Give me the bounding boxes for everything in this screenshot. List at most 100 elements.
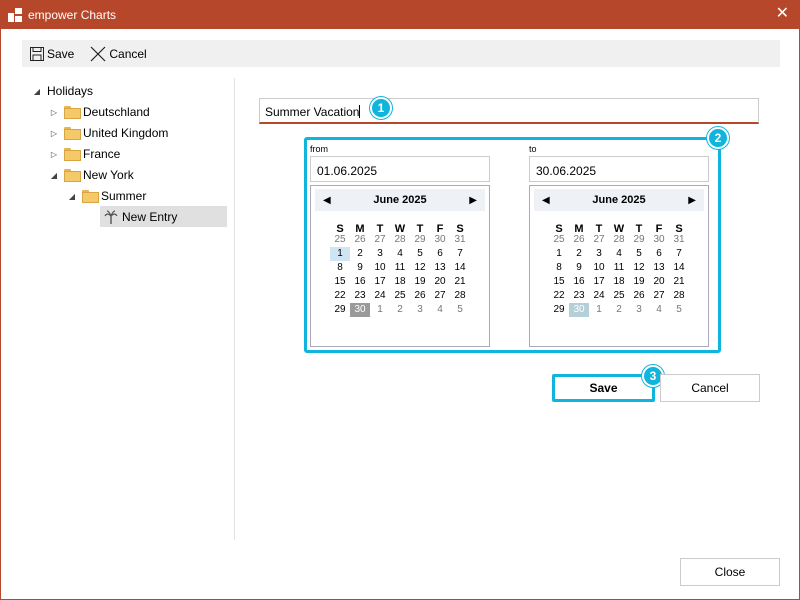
calendar-day[interactable]: 11 bbox=[390, 261, 410, 275]
calendar-day[interactable]: 30 bbox=[569, 303, 589, 317]
next-month-icon[interactable]: ▶ bbox=[469, 195, 477, 206]
calendar-month[interactable]: June 2025 bbox=[592, 194, 645, 206]
save-button[interactable]: Save bbox=[552, 374, 655, 402]
calendar-day[interactable]: 12 bbox=[410, 261, 430, 275]
calendar-day[interactable]: 15 bbox=[330, 275, 350, 289]
calendar-day[interactable]: 7 bbox=[450, 247, 470, 261]
calendar-day[interactable]: 28 bbox=[609, 233, 629, 247]
expanded-arrow-icon[interactable]: ◢ bbox=[49, 171, 59, 180]
calendar-day[interactable]: 26 bbox=[569, 233, 589, 247]
calendar-day[interactable]: 27 bbox=[370, 233, 390, 247]
calendar-month[interactable]: June 2025 bbox=[373, 194, 426, 206]
previous-month-icon[interactable]: ◀ bbox=[323, 195, 331, 206]
calendar-day[interactable]: 25 bbox=[549, 233, 569, 247]
calendar-day[interactable]: 27 bbox=[430, 289, 450, 303]
calendar-day[interactable]: 14 bbox=[450, 261, 470, 275]
calendar-day[interactable]: 30 bbox=[430, 233, 450, 247]
calendar-day[interactable]: 21 bbox=[450, 275, 470, 289]
collapsed-arrow-icon[interactable]: ▷ bbox=[49, 129, 59, 138]
tree-node-new-york[interactable]: ◢ New York bbox=[49, 165, 134, 185]
calendar-day[interactable]: 27 bbox=[589, 233, 609, 247]
calendar-day[interactable]: 10 bbox=[370, 261, 390, 275]
calendar-day[interactable]: 5 bbox=[669, 303, 689, 317]
calendar-day[interactable]: 19 bbox=[410, 275, 430, 289]
calendar-day[interactable]: 16 bbox=[569, 275, 589, 289]
calendar-day[interactable]: 13 bbox=[649, 261, 669, 275]
calendar-day[interactable]: 12 bbox=[629, 261, 649, 275]
tree-node-deutschland[interactable]: ▷ Deutschland bbox=[49, 102, 150, 122]
calendar-day[interactable]: 24 bbox=[589, 289, 609, 303]
calendar-day[interactable]: 6 bbox=[649, 247, 669, 261]
calendar-day[interactable]: 1 bbox=[370, 303, 390, 317]
calendar-day[interactable]: 21 bbox=[669, 275, 689, 289]
calendar-day[interactable]: 3 bbox=[629, 303, 649, 317]
calendar-day[interactable]: 2 bbox=[569, 247, 589, 261]
calendar-day[interactable]: 31 bbox=[450, 233, 470, 247]
cancel-button[interactable]: Cancel bbox=[660, 374, 760, 402]
calendar-day[interactable]: 28 bbox=[450, 289, 470, 303]
calendar-day[interactable]: 24 bbox=[370, 289, 390, 303]
calendar-day[interactable]: 5 bbox=[410, 247, 430, 261]
tree-node-new-entry[interactable]: New Entry bbox=[100, 206, 227, 227]
calendar-day[interactable]: 2 bbox=[350, 247, 370, 261]
calendar-day[interactable]: 18 bbox=[609, 275, 629, 289]
calendar-day[interactable]: 25 bbox=[390, 289, 410, 303]
calendar-day[interactable]: 29 bbox=[330, 303, 350, 317]
tree-node-holidays[interactable]: ◢ Holidays bbox=[32, 81, 93, 101]
calendar-day[interactable]: 2 bbox=[390, 303, 410, 317]
calendar-day[interactable]: 17 bbox=[589, 275, 609, 289]
calendar-day[interactable]: 3 bbox=[410, 303, 430, 317]
calendar-day[interactable]: 25 bbox=[330, 233, 350, 247]
toolbar-save-button[interactable]: Save bbox=[30, 43, 78, 65]
calendar-day[interactable]: 9 bbox=[569, 261, 589, 275]
calendar-day[interactable]: 26 bbox=[350, 233, 370, 247]
calendar-day[interactable]: 8 bbox=[330, 261, 350, 275]
toolbar-cancel-button[interactable]: Cancel bbox=[90, 43, 150, 65]
calendar-day[interactable]: 30 bbox=[350, 303, 370, 317]
calendar-day[interactable]: 4 bbox=[609, 247, 629, 261]
calendar-day[interactable]: 1 bbox=[549, 247, 569, 261]
calendar-day[interactable]: 22 bbox=[330, 289, 350, 303]
calendar-day[interactable]: 20 bbox=[649, 275, 669, 289]
calendar-day[interactable]: 23 bbox=[569, 289, 589, 303]
calendar-day[interactable]: 4 bbox=[390, 247, 410, 261]
calendar-day[interactable]: 6 bbox=[430, 247, 450, 261]
tree-node-united-kingdom[interactable]: ▷ United Kingdom bbox=[49, 123, 168, 143]
close-icon[interactable]: ✕ bbox=[776, 6, 789, 22]
expanded-arrow-icon[interactable]: ◢ bbox=[67, 192, 77, 201]
collapsed-arrow-icon[interactable]: ▷ bbox=[49, 150, 59, 159]
calendar-day[interactable]: 26 bbox=[629, 289, 649, 303]
calendar-day[interactable]: 1 bbox=[330, 247, 350, 261]
calendar-day[interactable]: 29 bbox=[410, 233, 430, 247]
calendar-day[interactable]: 4 bbox=[430, 303, 450, 317]
calendar-day[interactable]: 3 bbox=[370, 247, 390, 261]
calendar-day[interactable]: 29 bbox=[629, 233, 649, 247]
calendar-day[interactable]: 20 bbox=[430, 275, 450, 289]
tree-node-summer[interactable]: ◢ Summer bbox=[67, 186, 146, 206]
calendar-day[interactable]: 4 bbox=[649, 303, 669, 317]
calendar-day[interactable]: 2 bbox=[609, 303, 629, 317]
calendar-day[interactable]: 7 bbox=[669, 247, 689, 261]
close-button[interactable]: Close bbox=[680, 558, 780, 586]
expanded-arrow-icon[interactable]: ◢ bbox=[32, 87, 42, 96]
calendar-day[interactable]: 5 bbox=[629, 247, 649, 261]
calendar-day[interactable]: 30 bbox=[649, 233, 669, 247]
calendar-day[interactable]: 11 bbox=[609, 261, 629, 275]
next-month-icon[interactable]: ▶ bbox=[688, 195, 696, 206]
calendar-day[interactable]: 19 bbox=[629, 275, 649, 289]
calendar-day[interactable]: 28 bbox=[390, 233, 410, 247]
calendar-day[interactable]: 15 bbox=[549, 275, 569, 289]
collapsed-arrow-icon[interactable]: ▷ bbox=[49, 108, 59, 117]
calendar-day[interactable]: 5 bbox=[450, 303, 470, 317]
calendar-day[interactable]: 10 bbox=[589, 261, 609, 275]
calendar-day[interactable]: 13 bbox=[430, 261, 450, 275]
calendar-day[interactable]: 16 bbox=[350, 275, 370, 289]
calendar-day[interactable]: 27 bbox=[649, 289, 669, 303]
entry-name-input[interactable]: Summer Vacation bbox=[259, 98, 759, 124]
calendar-day[interactable]: 17 bbox=[370, 275, 390, 289]
calendar-day[interactable]: 1 bbox=[589, 303, 609, 317]
calendar-day[interactable]: 31 bbox=[669, 233, 689, 247]
calendar-day[interactable]: 28 bbox=[669, 289, 689, 303]
tree-node-france[interactable]: ▷ France bbox=[49, 144, 120, 164]
calendar-day[interactable]: 29 bbox=[549, 303, 569, 317]
